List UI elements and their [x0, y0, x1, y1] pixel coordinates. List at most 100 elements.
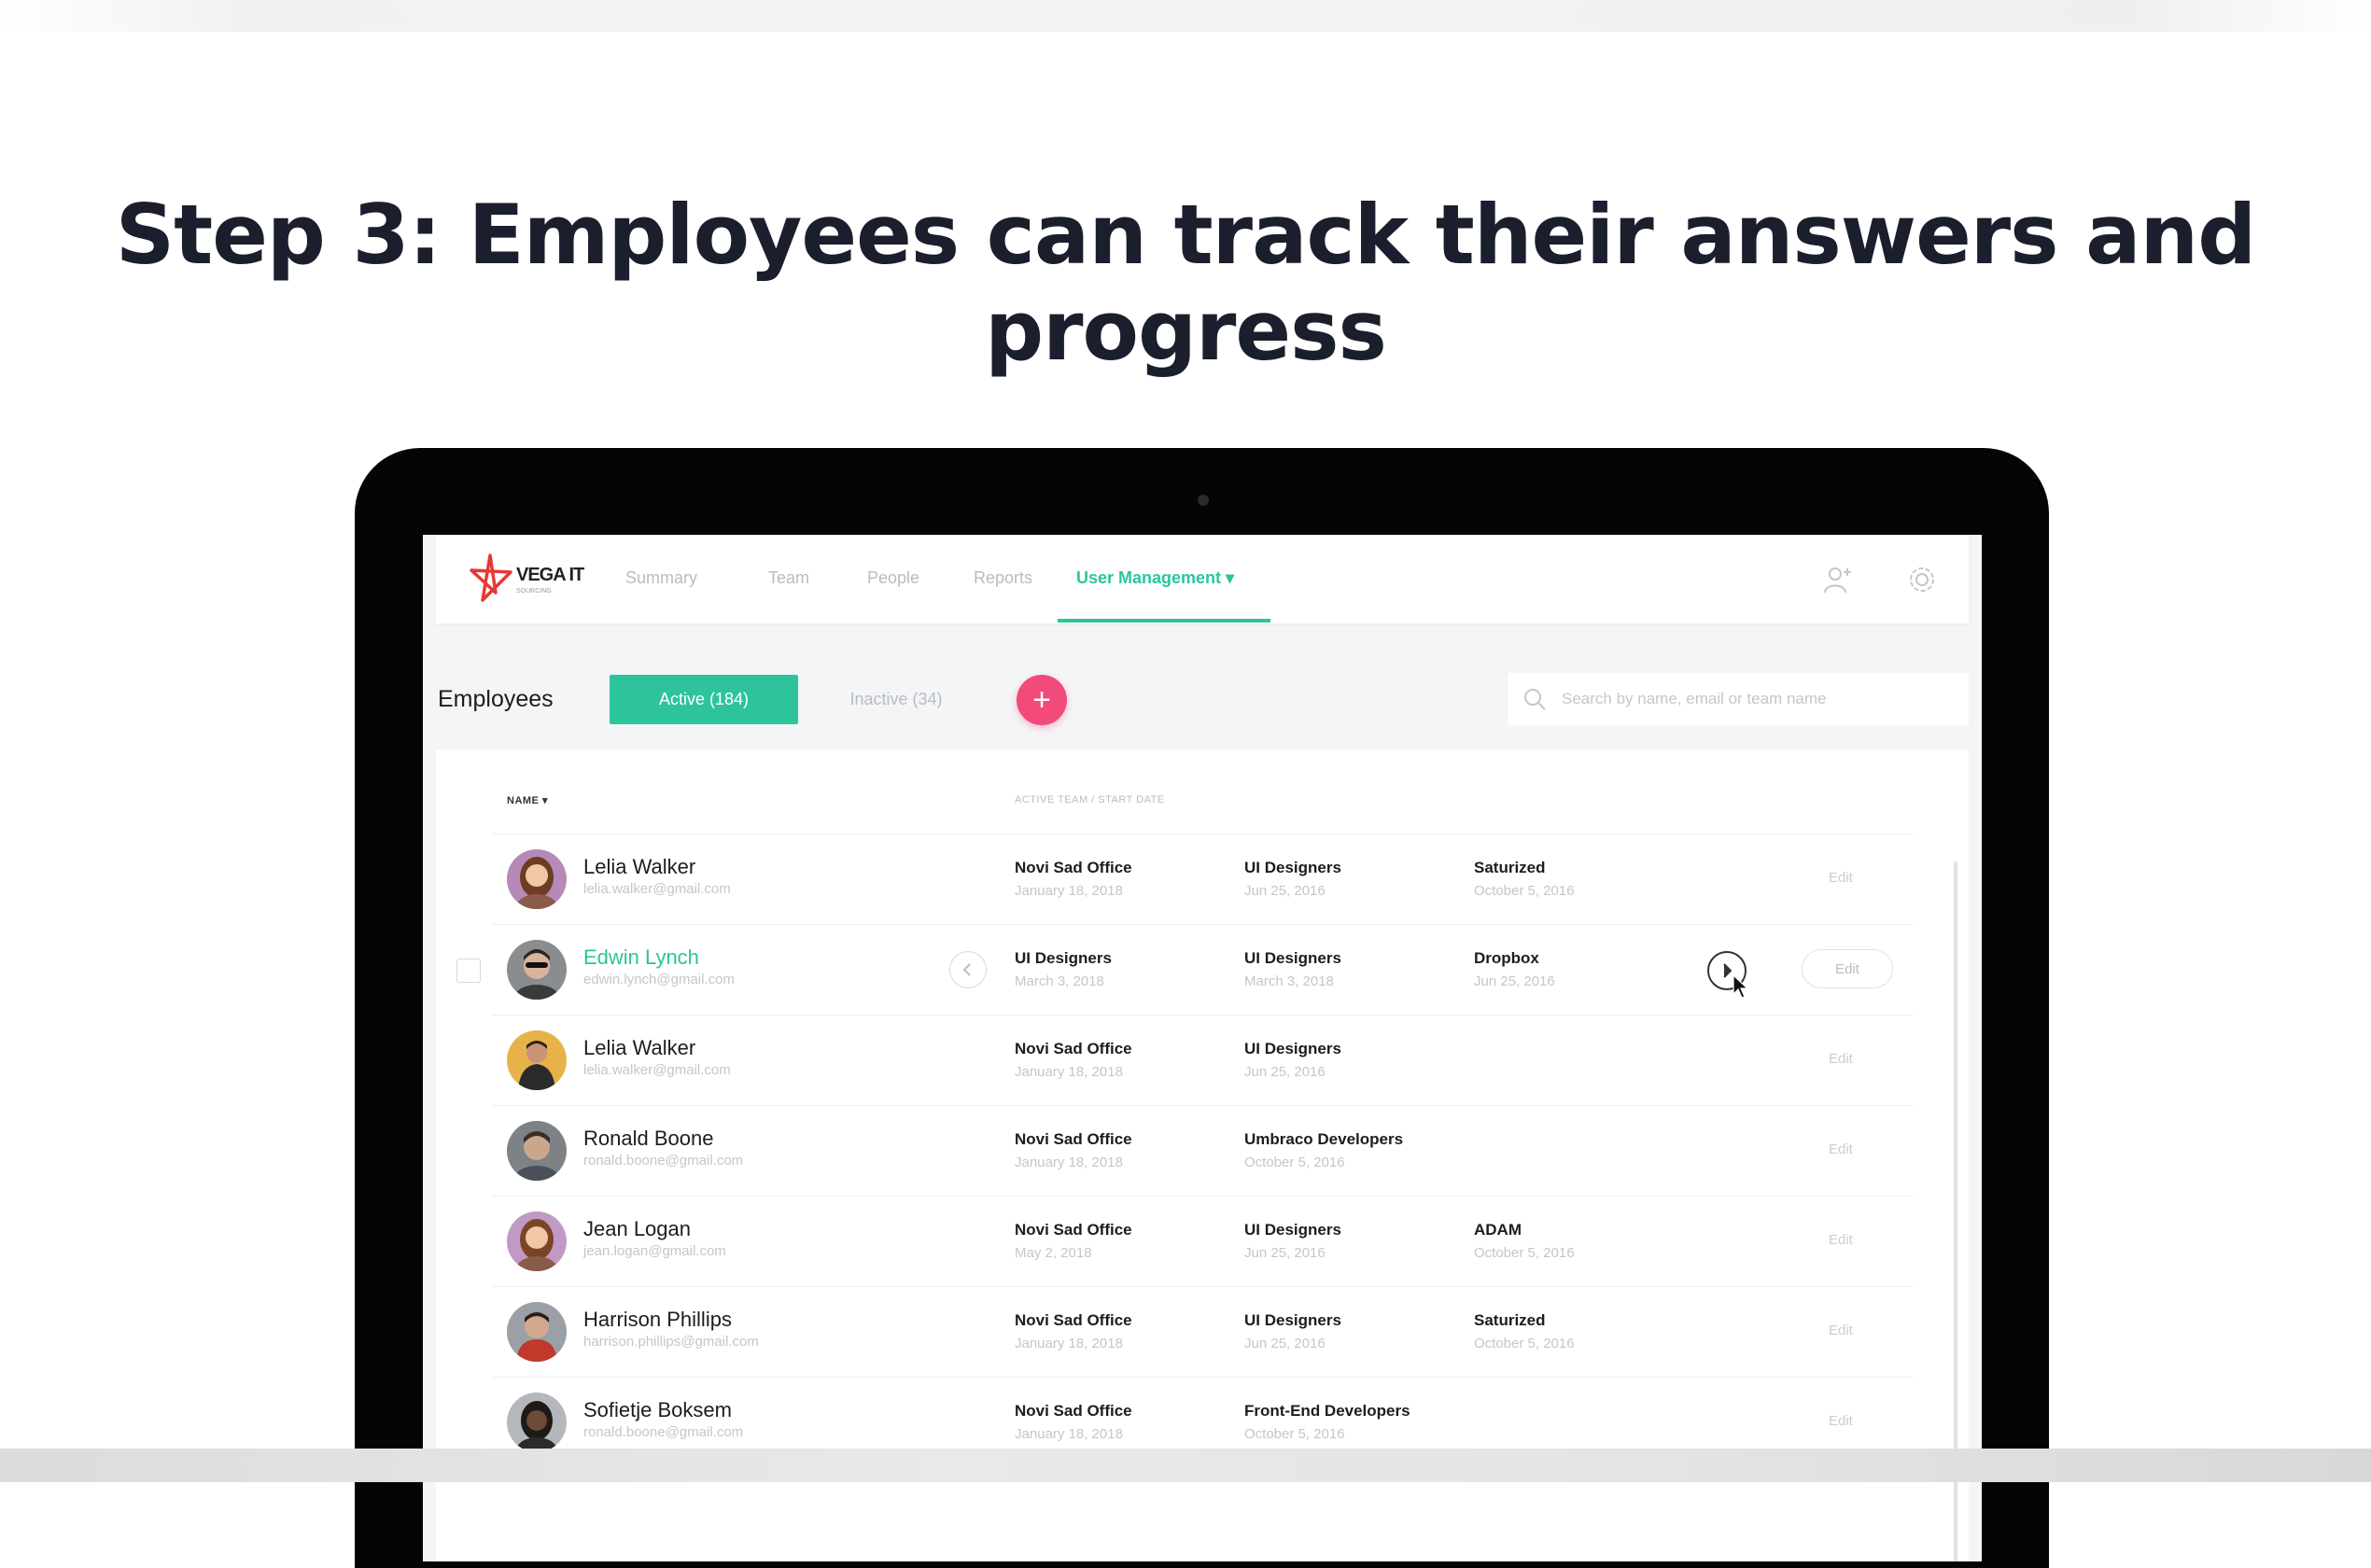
- avatar: [507, 1393, 567, 1452]
- employee-email: ronald.boone@gmail.com: [583, 1153, 744, 1169]
- nav-team[interactable]: Team: [768, 568, 809, 588]
- table-row[interactable]: Harrison Phillips harrison.phillips@gmai…: [492, 1286, 1913, 1378]
- office-date: January 18, 2018: [1015, 1426, 1123, 1442]
- nav-people[interactable]: People: [867, 568, 919, 588]
- office: Novi Sad Office: [1015, 1311, 1132, 1329]
- column-header-team: ACTIVE TEAM / START DATE: [1015, 794, 1165, 805]
- table-row[interactable]: Jean Logan jean.logan@gmail.com Novi Sad…: [492, 1196, 1913, 1287]
- team-date: Jun 25, 2016: [1244, 1245, 1326, 1261]
- chevron-left-icon: [962, 963, 971, 976]
- bottom-fade: [0, 1449, 2371, 1482]
- avatar: [507, 1030, 567, 1090]
- team-date: Jun 25, 2016: [1244, 1336, 1326, 1351]
- avatar: [507, 1121, 567, 1181]
- team: Front-End Developers: [1244, 1402, 1410, 1420]
- employee-name[interactable]: Harrison Phillips: [583, 1308, 732, 1332]
- table-row[interactable]: Lelia Walker lelia.walker@gmail.com Novi…: [492, 1015, 1913, 1106]
- team-date: October 5, 2016: [1244, 1155, 1345, 1170]
- edit-button[interactable]: Edit: [1802, 949, 1893, 988]
- active-tab-indicator: [1058, 619, 1270, 623]
- team: UI Designers: [1244, 949, 1341, 967]
- team-date: March 3, 2018: [1244, 973, 1334, 989]
- headline: Step 3: Employees can track their answer…: [115, 187, 2256, 379]
- search-icon: [1524, 689, 1546, 710]
- tab-active[interactable]: Active (184): [610, 675, 798, 724]
- avatar: [507, 940, 567, 1000]
- employee-email: jean.logan@gmail.com: [583, 1243, 726, 1259]
- employee-name[interactable]: Ronald Boone: [583, 1127, 713, 1151]
- project-date: October 5, 2016: [1474, 1245, 1575, 1261]
- edit-link[interactable]: Edit: [1829, 1323, 1853, 1338]
- column-header-name[interactable]: NAME ▾: [507, 794, 548, 806]
- edit-link[interactable]: Edit: [1829, 1141, 1853, 1157]
- team-date: October 5, 2016: [1244, 1426, 1345, 1442]
- project: ADAM: [1474, 1221, 1522, 1239]
- office: Novi Sad Office: [1015, 859, 1132, 876]
- mouse-cursor-icon: [1733, 973, 1749, 999]
- employee-name[interactable]: Lelia Walker: [583, 1036, 695, 1060]
- team: Umbraco Developers: [1244, 1130, 1404, 1148]
- row-checkbox[interactable]: [456, 959, 481, 983]
- nav-user-management[interactable]: User Management ▾: [1076, 568, 1234, 588]
- team-date: Jun 25, 2016: [1244, 1064, 1326, 1080]
- office: Novi Sad Office: [1015, 1221, 1132, 1239]
- brand-name: VEGA IT: [516, 565, 584, 585]
- employee-table: NAME ▾ ACTIVE TEAM / START DATE Lelia Wa…: [436, 749, 1969, 1561]
- office-date: January 18, 2018: [1015, 883, 1123, 899]
- tab-inactive[interactable]: Inactive (34): [802, 675, 990, 724]
- team: UI Designers: [1244, 1040, 1341, 1057]
- employee-email: harrison.phillips@gmail.com: [583, 1334, 759, 1350]
- project: Saturized: [1474, 859, 1546, 876]
- avatar: [507, 849, 567, 909]
- employee-name[interactable]: Sofietje Boksem: [583, 1398, 732, 1422]
- brand-sub: SOURCING: [516, 588, 552, 595]
- project-date: October 5, 2016: [1474, 1336, 1575, 1351]
- laptop-frame: VEGA IT SOURCING Summary Team People Rep…: [355, 448, 2049, 1568]
- page-title: Employees: [438, 686, 554, 712]
- employee-name[interactable]: Edwin Lynch: [583, 945, 699, 970]
- gear-icon[interactable]: [1905, 563, 1939, 596]
- table-row[interactable]: Ronald Boone ronald.boone@gmail.com Novi…: [492, 1105, 1913, 1197]
- office: Novi Sad Office: [1015, 1402, 1132, 1420]
- edit-link[interactable]: Edit: [1829, 1232, 1853, 1248]
- employee-email: edwin.lynch@gmail.com: [583, 972, 735, 987]
- nav-reports[interactable]: Reports: [974, 568, 1032, 588]
- scroll-left-button[interactable]: [949, 951, 987, 988]
- office-date: January 18, 2018: [1015, 1155, 1123, 1170]
- avatar: [507, 1211, 567, 1271]
- edit-link[interactable]: Edit: [1829, 1413, 1853, 1429]
- search-input[interactable]: [1560, 689, 1956, 709]
- table-row[interactable]: Edwin Lynch edwin.lynch@gmail.com UI Des…: [456, 924, 1913, 1015]
- search-box: [1508, 673, 1969, 725]
- project-date: October 5, 2016: [1474, 883, 1575, 899]
- team: UI Designers: [1244, 1221, 1341, 1239]
- top-fade: [0, 0, 2371, 32]
- nav-summary[interactable]: Summary: [625, 568, 697, 588]
- add-employee-button[interactable]: +: [1017, 675, 1067, 725]
- table-row[interactable]: Lelia Walker lelia.walker@gmail.com Novi…: [492, 833, 1913, 925]
- office: Novi Sad Office: [1015, 1130, 1132, 1148]
- employee-name[interactable]: Jean Logan: [583, 1217, 691, 1241]
- app-screen: VEGA IT SOURCING Summary Team People Rep…: [423, 535, 1982, 1561]
- employee-email: ronald.boone@gmail.com: [583, 1424, 744, 1440]
- office-date: March 3, 2018: [1015, 973, 1104, 989]
- avatar: [507, 1302, 567, 1362]
- project: Saturized: [1474, 1311, 1546, 1329]
- team-date: Jun 25, 2016: [1244, 883, 1326, 899]
- office: UI Designers: [1015, 949, 1112, 967]
- team: UI Designers: [1244, 859, 1341, 876]
- office-date: January 18, 2018: [1015, 1064, 1123, 1080]
- edit-link[interactable]: Edit: [1829, 870, 1853, 886]
- employee-email: lelia.walker@gmail.com: [583, 881, 731, 897]
- employee-name[interactable]: Lelia Walker: [583, 855, 695, 879]
- project-date: Jun 25, 2016: [1474, 973, 1555, 989]
- team: UI Designers: [1244, 1311, 1341, 1329]
- office: Novi Sad Office: [1015, 1040, 1132, 1057]
- webcam: [1198, 495, 1209, 506]
- edit-link[interactable]: Edit: [1829, 1051, 1853, 1067]
- employee-email: lelia.walker@gmail.com: [583, 1062, 731, 1078]
- project: Dropbox: [1474, 949, 1539, 967]
- user-add-icon[interactable]: [1821, 563, 1855, 596]
- office-date: January 18, 2018: [1015, 1336, 1123, 1351]
- office-date: May 2, 2018: [1015, 1245, 1092, 1261]
